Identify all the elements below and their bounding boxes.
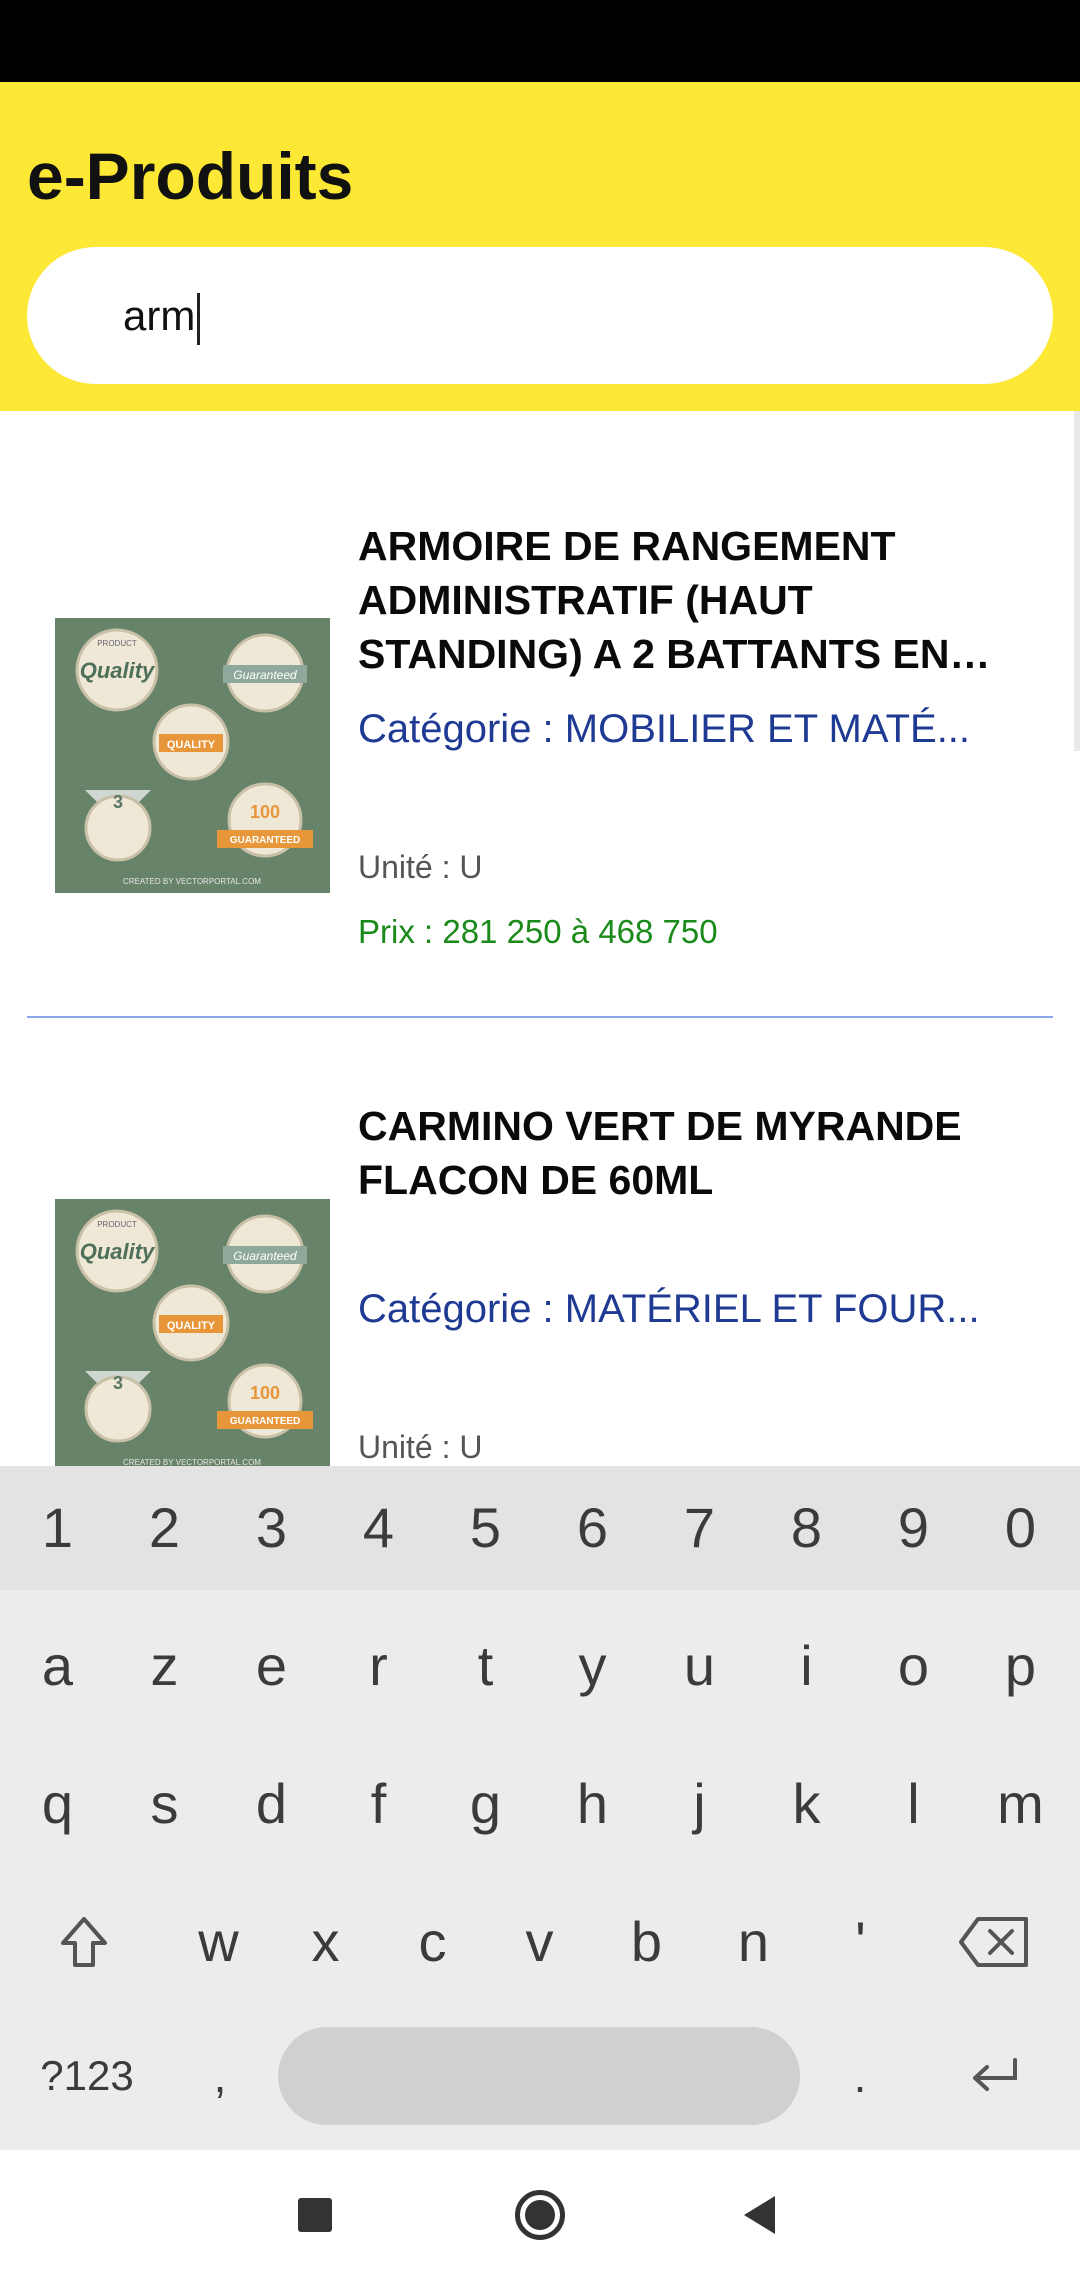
svg-text:QUALITY: QUALITY — [167, 739, 216, 751]
key-2[interactable]: 2 — [111, 1466, 218, 1590]
key-p[interactable]: p — [967, 1604, 1074, 1728]
key-k[interactable]: k — [753, 1742, 860, 1866]
key-8[interactable]: 8 — [753, 1466, 860, 1590]
key-r[interactable]: r — [325, 1604, 432, 1728]
search-input-value[interactable]: arm — [123, 247, 201, 384]
key-5[interactable]: 5 — [432, 1466, 539, 1590]
key-o[interactable]: o — [860, 1604, 967, 1728]
status-bar — [0, 0, 1080, 82]
key-0[interactable]: 0 — [967, 1466, 1074, 1590]
svg-text:Guaranteed: Guaranteed — [233, 1249, 297, 1263]
app-header: e-Produits arm — [0, 82, 1080, 411]
product-unit: Unité : U — [358, 1429, 483, 1465]
circle-home-icon[interactable] — [480, 2150, 600, 2280]
square-recents-icon[interactable] — [255, 2150, 375, 2280]
svg-text:Guaranteed: Guaranteed — [233, 668, 297, 682]
text-caret — [197, 292, 201, 345]
key-z[interactable]: z — [111, 1604, 218, 1728]
key-apostrophe[interactable]: ' — [807, 1880, 914, 2004]
key-y[interactable]: y — [539, 1604, 646, 1728]
svg-text:CREATED BY VECTORPORTAL.COM: CREATED BY VECTORPORTAL.COM — [123, 877, 261, 886]
quality-badges-image: PRODUCT Quality Guaranteed QUALITY 3 100… — [55, 618, 330, 893]
key-t[interactable]: t — [432, 1604, 539, 1728]
svg-text:GUARANTEED: GUARANTEED — [230, 1416, 301, 1427]
space-key[interactable] — [278, 2027, 800, 2125]
key-h[interactable]: h — [539, 1742, 646, 1866]
key-c[interactable]: c — [379, 1880, 486, 2004]
key-m[interactable]: m — [967, 1742, 1074, 1866]
svg-text:PRODUCT: PRODUCT — [97, 1220, 137, 1229]
key-7[interactable]: 7 — [646, 1466, 753, 1590]
svg-text:GUARANTEED: GUARANTEED — [230, 835, 301, 846]
key-1[interactable]: 1 — [4, 1466, 111, 1590]
key-period[interactable]: . — [815, 2027, 905, 2125]
svg-text:PRODUCT: PRODUCT — [97, 639, 137, 648]
product-card[interactable]: PRODUCT Quality Guaranteed QUALITY 3 100… — [0, 411, 1080, 981]
symbols-key[interactable]: ?123 — [22, 2027, 152, 2125]
key-j[interactable]: j — [646, 1742, 753, 1866]
key-q[interactable]: q — [4, 1742, 111, 1866]
quality-badges-image: PRODUCT Quality Guaranteed QUALITY 3 100… — [55, 1199, 330, 1466]
product-category: Catégorie : MATÉRIEL ET FOUR... — [358, 1287, 980, 1331]
key-4[interactable]: 4 — [325, 1466, 432, 1590]
key-b[interactable]: b — [593, 1880, 700, 2004]
key-l[interactable]: l — [860, 1742, 967, 1866]
svg-text:Quality: Quality — [80, 658, 156, 683]
key-i[interactable]: i — [753, 1604, 860, 1728]
key-n[interactable]: n — [700, 1880, 807, 2004]
key-g[interactable]: g — [432, 1742, 539, 1866]
product-list[interactable]: PRODUCT Quality Guaranteed QUALITY 3 100… — [0, 411, 1080, 1466]
soft-keyboard: 1 2 3 4 5 6 7 8 9 0 a z e r t y u i o p … — [0, 1466, 1080, 2150]
svg-text:Quality: Quality — [80, 1239, 156, 1264]
key-6[interactable]: 6 — [539, 1466, 646, 1590]
svg-text:3: 3 — [113, 1373, 123, 1393]
svg-text:3: 3 — [113, 792, 123, 812]
product-price: Prix : 281 250 à 468 750 — [358, 913, 718, 950]
app-title: e-Produits — [27, 139, 354, 213]
key-s[interactable]: s — [111, 1742, 218, 1866]
product-image: PRODUCT Quality Guaranteed QUALITY 3 100… — [55, 1199, 330, 1466]
search-input[interactable]: arm — [27, 247, 1053, 384]
svg-text:CREATED BY VECTORPORTAL.COM: CREATED BY VECTORPORTAL.COM — [123, 1458, 261, 1466]
svg-text:100: 100 — [250, 802, 280, 822]
key-9[interactable]: 9 — [860, 1466, 967, 1590]
key-v[interactable]: v — [486, 1880, 593, 2004]
product-image: PRODUCT Quality Guaranteed QUALITY 3 100… — [55, 618, 330, 893]
key-f[interactable]: f — [325, 1742, 432, 1866]
key-w[interactable]: w — [165, 1880, 272, 2004]
search-value-text: arm — [123, 292, 196, 339]
svg-text:QUALITY: QUALITY — [167, 1320, 216, 1332]
triangle-back-icon[interactable] — [700, 2150, 820, 2280]
product-name[interactable]: CARMINO VERT DE MYRANDE FLACON DE 60ML — [358, 1099, 1028, 1207]
shift-icon[interactable] — [30, 1880, 137, 2004]
product-name[interactable]: ARMOIRE DE RANGEMENT ADMINISTRATIF (HAUT… — [358, 519, 1028, 681]
key-u[interactable]: u — [646, 1604, 753, 1728]
key-d[interactable]: d — [218, 1742, 325, 1866]
key-comma[interactable]: , — [175, 2027, 265, 2125]
keyboard-number-row: 1 2 3 4 5 6 7 8 9 0 — [0, 1466, 1080, 1590]
key-3[interactable]: 3 — [218, 1466, 325, 1590]
key-e[interactable]: e — [218, 1604, 325, 1728]
product-card[interactable]: PRODUCT Quality Guaranteed QUALITY 3 100… — [0, 991, 1080, 1466]
product-unit: Unité : U — [358, 849, 483, 885]
product-category: Catégorie : MOBILIER ET MATÉ... — [358, 707, 971, 751]
key-x[interactable]: x — [272, 1880, 379, 2004]
backspace-icon[interactable] — [940, 1880, 1047, 2004]
enter-icon[interactable] — [935, 2027, 1055, 2125]
system-nav-bar — [0, 2150, 1080, 2280]
key-a[interactable]: a — [4, 1604, 111, 1728]
svg-text:100: 100 — [250, 1383, 280, 1403]
